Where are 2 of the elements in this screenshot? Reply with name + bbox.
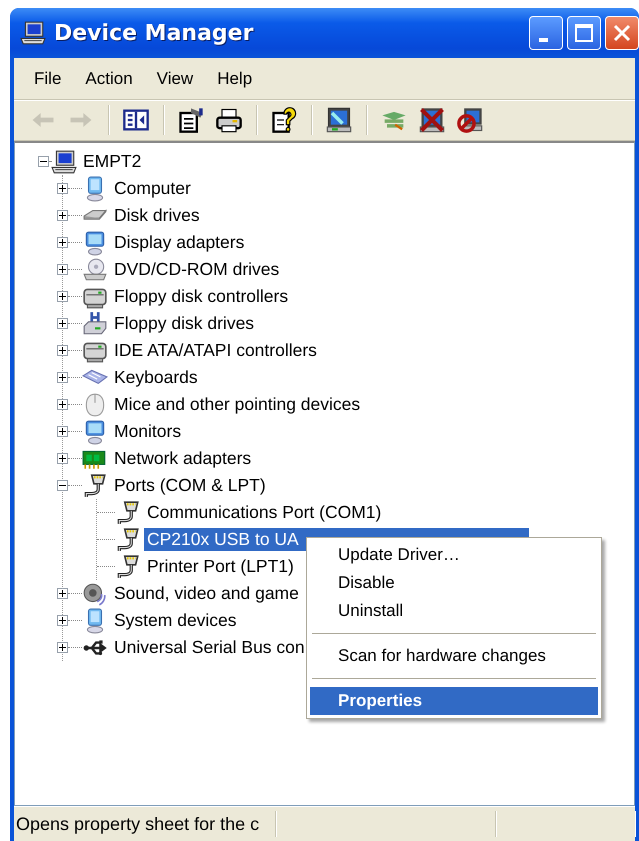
window-title: Device Manager xyxy=(54,20,254,46)
status-text: Opens property sheet for the c xyxy=(16,814,260,834)
